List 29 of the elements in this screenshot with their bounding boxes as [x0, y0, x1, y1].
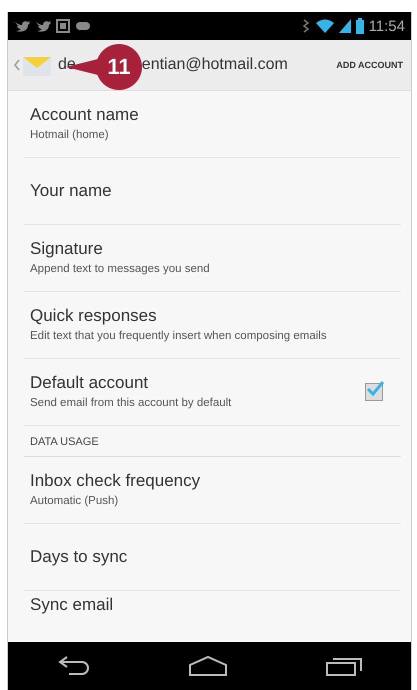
- battery-icon: [356, 18, 364, 34]
- bird-icon: [14, 19, 30, 33]
- recent-apps-icon[interactable]: [324, 655, 362, 677]
- home-icon[interactable]: [188, 655, 228, 677]
- wifi-icon: [316, 19, 334, 33]
- caret-icon: [14, 59, 20, 71]
- setting-title: Sync email: [30, 595, 114, 615]
- checkbox[interactable]: [365, 383, 383, 401]
- setting-summary: Append text to messages you send: [30, 262, 211, 277]
- setting-title: Default account: [30, 373, 150, 394]
- setting-title: Signature: [30, 239, 104, 260]
- setting-title: Your name: [30, 181, 113, 201]
- account-email: entian@hotmail.com: [142, 56, 288, 74]
- setting-summary: Automatic (Push): [30, 494, 120, 509]
- bird-icon: [35, 19, 51, 33]
- square-icon: [56, 19, 70, 33]
- section-header: DATA USAGE: [30, 436, 100, 448]
- setting-title: Days to sync: [30, 547, 128, 567]
- add-account-button[interactable]: ADD ACCOUNT: [332, 56, 407, 74]
- setting-title: Inbox check frequency: [30, 471, 202, 492]
- signal-icon: [338, 19, 351, 33]
- setting-summary: Edit text that you frequently insert when composing emails: [30, 329, 328, 344]
- clock-time: 11:54: [368, 18, 405, 34]
- setting-summary: Hotmail (home): [30, 128, 110, 143]
- setting-summary: Send email from this account by default: [30, 396, 232, 411]
- vibrate-icon: [300, 19, 311, 33]
- back-icon[interactable]: [56, 655, 90, 677]
- setting-title: Quick responses: [30, 306, 158, 326]
- setting-title: Account name: [30, 105, 140, 126]
